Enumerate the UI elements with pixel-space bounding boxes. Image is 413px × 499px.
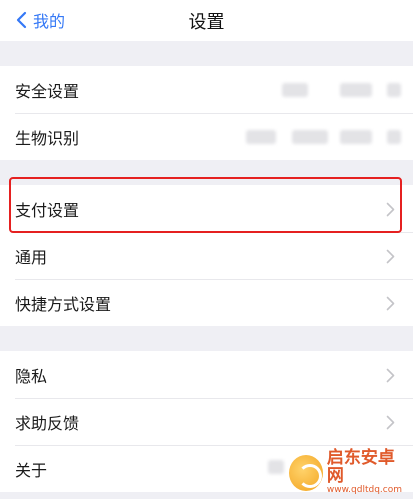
watermark-url: www.qdltdq.com: [326, 485, 403, 496]
settings-item-shortcuts[interactable]: 快捷方式设置: [0, 279, 413, 326]
chevron-right-icon: [386, 415, 395, 429]
chevron-right-icon: [386, 249, 395, 263]
chevron-right-icon: [386, 202, 395, 216]
watermark: 启东安卓网 www.qdltdq.com: [289, 448, 407, 496]
chevron-right-icon: [386, 368, 395, 382]
redacted-value: [292, 130, 328, 144]
settings-item-label: 求助反馈: [15, 413, 80, 433]
settings-item-privacy[interactable]: 隐私: [0, 351, 413, 398]
settings-item-biometrics[interactable]: 生物识别: [0, 113, 413, 160]
redacted-value: [340, 83, 372, 97]
redacted-value: [387, 130, 401, 144]
settings-item-label: 关于: [15, 460, 48, 480]
settings-item-label: 快捷方式设置: [15, 294, 112, 314]
redacted-value: [282, 83, 308, 97]
settings-item-payment[interactable]: 支付设置: [0, 185, 413, 232]
chevron-right-icon: [386, 296, 395, 310]
redacted-value: [246, 130, 276, 144]
settings-item-label: 安全设置: [15, 81, 80, 101]
settings-item-label: 隐私: [15, 366, 48, 386]
settings-item-label: 支付设置: [15, 200, 80, 220]
settings-item-label: 通用: [15, 247, 48, 267]
settings-group-account: 安全设置 生物识别: [0, 66, 413, 160]
settings-item-general[interactable]: 通用: [0, 232, 413, 279]
navigation-bar: 我的 设置: [0, 0, 413, 41]
redacted-value: [340, 130, 372, 144]
settings-item-security[interactable]: 安全设置: [0, 66, 413, 113]
settings-item-feedback[interactable]: 求助反馈: [0, 398, 413, 445]
page-title: 设置: [188, 12, 225, 33]
watermark-text: 启东安卓网: [326, 448, 395, 487]
redacted-value: [387, 83, 401, 97]
settings-item-label: 生物识别: [15, 128, 80, 148]
settings-group-general: 支付设置 通用 快捷方式设置: [0, 185, 413, 326]
redacted-value: [268, 460, 284, 474]
watermark-logo-icon: [289, 455, 323, 491]
